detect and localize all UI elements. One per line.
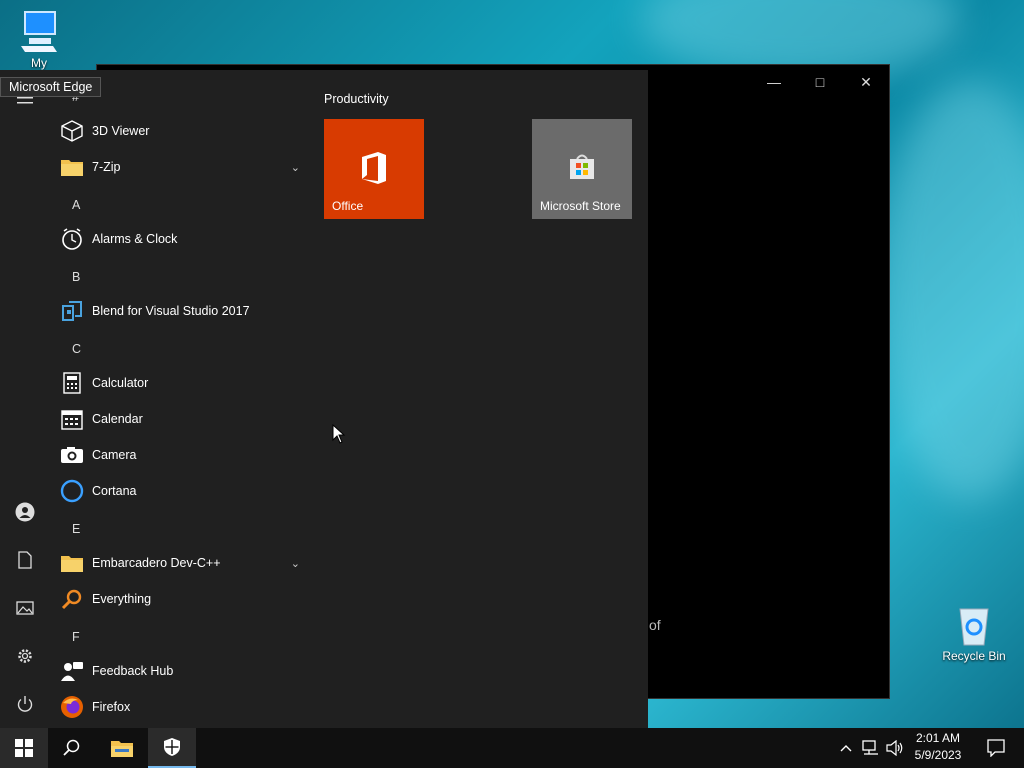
minimize-button[interactable]: — xyxy=(759,73,789,91)
tile-label: Office xyxy=(332,199,364,213)
power-button[interactable] xyxy=(13,692,37,716)
clock-time: 2:01 AM xyxy=(915,731,961,745)
section-header-c[interactable]: C xyxy=(72,342,81,356)
gear-icon xyxy=(18,649,32,663)
feedback-icon xyxy=(60,659,84,683)
desktop-icon-label: Recycle Bin xyxy=(942,649,1006,663)
picture-icon xyxy=(16,601,34,615)
volume-button[interactable] xyxy=(884,728,906,768)
app-item-label: Everything xyxy=(92,592,152,606)
section-header-e[interactable]: E xyxy=(72,522,80,536)
app-item-alarms-clock[interactable]: Alarms & Clock xyxy=(60,222,308,256)
app-item-7-zip[interactable]: 7-Zip ⌄ xyxy=(60,150,308,184)
app-item-label: Embarcadero Dev-C++ xyxy=(92,556,221,570)
computer-icon xyxy=(21,11,57,52)
document-icon xyxy=(18,551,32,569)
section-header-a[interactable]: A xyxy=(72,198,80,212)
app-item-label: Calculator xyxy=(92,376,149,390)
start-button[interactable] xyxy=(0,728,48,768)
app-item-3d-viewer[interactable]: 3D Viewer xyxy=(60,114,308,148)
search-button[interactable] xyxy=(48,728,96,768)
app-item-label: 7-Zip xyxy=(92,160,121,174)
folder-icon xyxy=(111,741,133,757)
start-rail xyxy=(0,70,50,728)
app-item-firefox[interactable]: Firefox xyxy=(60,690,308,724)
app-item-cortana[interactable]: Cortana xyxy=(60,474,308,508)
app-item-label: Feedback Hub xyxy=(92,664,174,678)
office-icon xyxy=(362,152,386,184)
taskbar-security-app[interactable] xyxy=(148,728,196,768)
window-text: of xyxy=(649,617,661,633)
store-icon xyxy=(570,154,594,179)
chevron-down-icon[interactable]: ⌄ xyxy=(291,161,300,174)
close-button[interactable]: ✕ xyxy=(851,73,881,91)
tile-label: Microsoft Store xyxy=(540,199,621,213)
maximize-button[interactable]: □ xyxy=(805,73,835,91)
shield-icon xyxy=(164,738,180,756)
recycle-bin-icon xyxy=(959,608,989,646)
documents-button[interactable] xyxy=(13,548,37,572)
folder-icon xyxy=(60,551,84,575)
app-item-calendar[interactable]: Calendar xyxy=(60,402,308,436)
camera-icon xyxy=(60,443,84,467)
search-icon xyxy=(63,739,80,756)
chevron-up-icon xyxy=(840,745,852,752)
cortana-icon xyxy=(60,479,84,503)
app-item-label: 3D Viewer xyxy=(92,124,150,138)
section-header-b[interactable]: B xyxy=(72,270,80,284)
app-item-blend[interactable]: Blend for Visual Studio 2017 xyxy=(60,294,308,328)
app-list: # 3D Viewer 7-Zip ⌄ A Alarms & Clock B B… xyxy=(50,70,312,728)
app-item-label: Calendar xyxy=(92,412,143,426)
app-item-label: Blend for Visual Studio 2017 xyxy=(92,304,250,318)
firefox-icon xyxy=(60,695,84,719)
tile-microsoft-store[interactable]: Microsoft Store xyxy=(532,119,632,219)
calculator-icon xyxy=(60,371,84,395)
app-item-embarcadero-dev-cpp[interactable]: Embarcadero Dev-C++ ⌄ xyxy=(60,546,308,580)
windows-logo-icon xyxy=(15,739,33,757)
taskbar-clock[interactable]: 2:01 AM 5/9/2023 xyxy=(906,730,970,764)
network-icon xyxy=(862,740,878,755)
app-item-everything[interactable]: Everything xyxy=(60,582,308,616)
settings-button[interactable] xyxy=(13,644,37,668)
power-icon xyxy=(17,696,33,712)
app-item-calculator[interactable]: Calculator xyxy=(60,366,308,400)
clock-icon xyxy=(60,227,84,251)
desktop-icon-recycle-bin[interactable]: Recycle Bin xyxy=(938,603,1010,663)
tile-office[interactable]: Office xyxy=(324,119,424,219)
chevron-down-icon[interactable]: ⌄ xyxy=(291,557,300,570)
wallpaper-highlight xyxy=(880,80,1024,500)
app-item-feedback-hub[interactable]: Feedback Hub xyxy=(60,654,308,688)
notification-icon xyxy=(987,739,1005,757)
taskbar: 2:01 AM 5/9/2023 xyxy=(0,728,1024,768)
calendar-icon xyxy=(60,407,84,431)
clock-date: 5/9/2023 xyxy=(914,748,962,762)
app-item-label: Alarms & Clock xyxy=(92,232,178,246)
start-menu: # 3D Viewer 7-Zip ⌄ A Alarms & Clock B B… xyxy=(0,70,648,728)
app-item-label: Cortana xyxy=(92,484,137,498)
mouse-cursor-icon xyxy=(332,424,346,444)
cube-icon xyxy=(60,119,84,143)
tile-group-title[interactable]: Productivity xyxy=(324,92,389,106)
action-center-button[interactable] xyxy=(972,728,1020,768)
show-hidden-icons-button[interactable] xyxy=(836,728,856,768)
app-item-camera[interactable]: Camera xyxy=(60,438,308,472)
blend-icon xyxy=(60,299,84,323)
section-header-f[interactable]: F xyxy=(72,630,80,644)
user-icon xyxy=(15,502,35,522)
volume-icon xyxy=(886,740,903,756)
user-account-button[interactable] xyxy=(13,500,37,524)
app-item-label: Camera xyxy=(92,448,137,462)
pictures-button[interactable] xyxy=(13,596,37,620)
network-button[interactable] xyxy=(860,728,882,768)
tooltip: Microsoft Edge xyxy=(0,77,102,97)
app-item-label: Firefox xyxy=(92,700,131,714)
magnifier-icon xyxy=(60,587,84,611)
folder-icon xyxy=(60,155,84,179)
taskbar-file-explorer[interactable] xyxy=(98,728,146,768)
